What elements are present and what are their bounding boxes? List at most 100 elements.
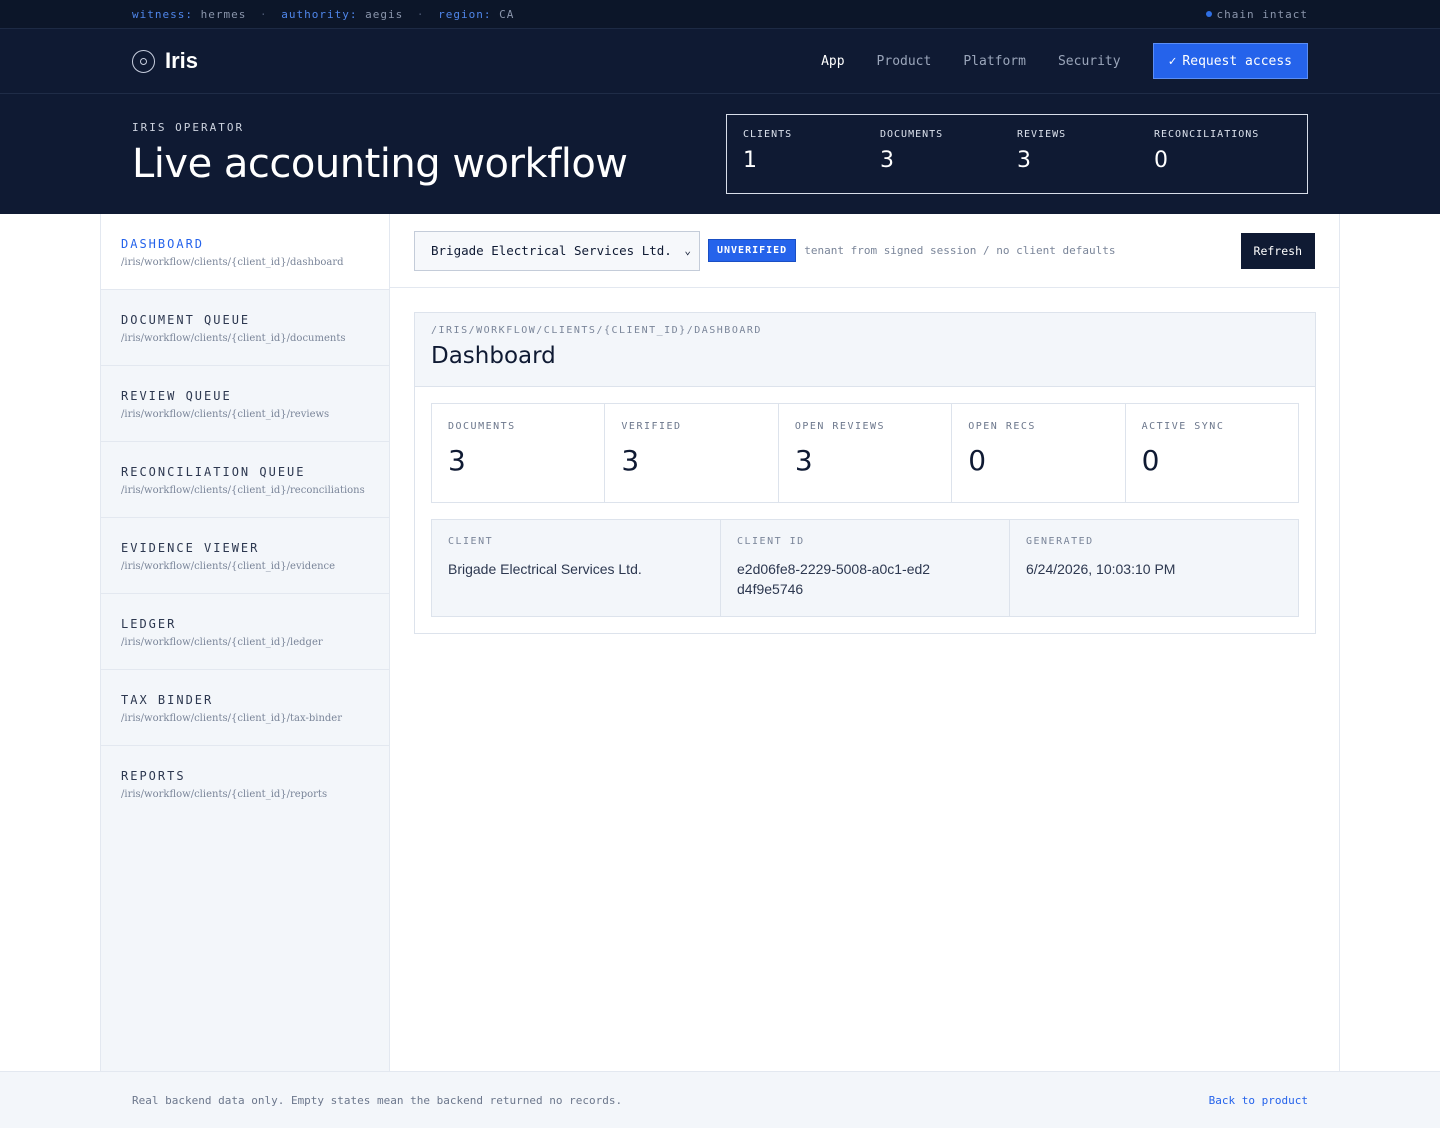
info-label: GENERATED xyxy=(1026,536,1094,547)
sidebar-item-reconciliation-queue[interactable]: RECONCILIATION QUEUE /iris/workflow/clie… xyxy=(101,442,389,518)
stat-reconciliations: RECONCILIATIONS 0 xyxy=(1154,115,1291,193)
chain-status: chain intact xyxy=(1205,7,1308,21)
nav-links: App Product Platform Security ✓ Request … xyxy=(789,43,1308,79)
metric-value: 0 xyxy=(1141,444,1160,477)
separator: · xyxy=(259,7,268,21)
info-value: e2d06fe8-2229-5008-a0c1-ed2d4f9e5746 xyxy=(737,561,931,597)
dashboard-panel: /IRIS/WORKFLOW/CLIENTS/{CLIENT_ID}/DASHB… xyxy=(414,312,1316,634)
stat-value: 3 xyxy=(1017,148,1031,173)
hero-eyebrow: IRIS OPERATOR xyxy=(132,121,245,134)
sidebar-item-title: DOCUMENT QUEUE xyxy=(121,313,251,327)
sidebar-item-path: /iris/workflow/clients/{client_id}/evide… xyxy=(121,561,336,572)
breadcrumb: /IRIS/WORKFLOW/CLIENTS/{CLIENT_ID}/DASHB… xyxy=(431,325,762,336)
region-key: region: xyxy=(438,7,492,21)
stat-label: RECONCILIATIONS xyxy=(1154,129,1260,140)
sidebar-item-tax-binder[interactable]: TAX BINDER /iris/workflow/clients/{clien… xyxy=(101,670,389,746)
stat-clients: CLIENTS 1 xyxy=(743,115,880,193)
info-value: Brigade Electrical Services Ltd. xyxy=(448,561,642,577)
tenant-note: tenant from signed session / no client d… xyxy=(804,244,1116,257)
sidebar-item-title: RECONCILIATION QUEUE xyxy=(121,465,306,479)
sidebar-item-title: REVIEW QUEUE xyxy=(121,389,232,403)
nav-link-app[interactable]: App xyxy=(821,54,844,69)
brand-name: Iris xyxy=(165,48,199,73)
info-client-id: CLIENT ID e2d06fe8-2229-5008-a0c1-ed2d4f… xyxy=(721,520,1010,616)
sidebar-item-title: LEDGER xyxy=(121,617,177,631)
stat-value: 0 xyxy=(1154,148,1168,173)
info-generated: GENERATED 6/24/2026, 10:03:10 PM xyxy=(1010,520,1298,616)
workspace: DASHBOARD /iris/workflow/clients/{client… xyxy=(100,214,1340,1071)
sidebar-item-ledger[interactable]: LEDGER /iris/workflow/clients/{client_id… xyxy=(101,594,389,670)
region-value: CA xyxy=(499,7,515,21)
metric-value: 3 xyxy=(621,444,640,477)
verification-badge: UNVERIFIED xyxy=(708,239,797,262)
nav-link-platform[interactable]: Platform xyxy=(963,54,1026,69)
status-strip: witness: hermes · authority: aegis · reg… xyxy=(0,0,1440,29)
info-label: CLIENT ID xyxy=(737,536,805,547)
metric-value: 3 xyxy=(448,444,466,477)
panel-title: Dashboard xyxy=(431,343,556,369)
refresh-button[interactable]: Refresh xyxy=(1240,233,1315,269)
sidebar-item-title: TAX BINDER xyxy=(121,693,214,707)
stat-documents: DOCUMENTS 3 xyxy=(880,115,1017,193)
metric-label: OPEN REVIEWS xyxy=(794,421,886,432)
info-client: CLIENT Brigade Electrical Services Ltd. xyxy=(432,520,721,616)
metric-label: OPEN RECS xyxy=(968,421,1036,432)
sidebar-item-path: /iris/workflow/clients/{client_id}/ledge… xyxy=(121,637,323,648)
hero: IRIS OPERATOR Live accounting workflow C… xyxy=(0,94,1440,214)
sidebar-item-title: EVIDENCE VIEWER xyxy=(121,541,260,555)
page-title: Live accounting workflow xyxy=(132,141,628,187)
panel-header: /IRIS/WORKFLOW/CLIENTS/{CLIENT_ID}/DASHB… xyxy=(415,313,1315,387)
check-icon: ✓ xyxy=(1168,53,1177,69)
request-access-label: Request access xyxy=(1182,53,1292,69)
metric-verified: VERIFIED 3 xyxy=(605,404,779,502)
sidebar-item-path: /iris/workflow/clients/{client_id}/recon… xyxy=(121,485,365,496)
authority-key: authority: xyxy=(281,7,358,21)
nav-link-product[interactable]: Product xyxy=(877,54,932,69)
client-select[interactable]: Brigade Electrical Services Ltd. ⌄ xyxy=(414,230,700,271)
metric-label: DOCUMENTS xyxy=(448,421,516,432)
metric-value: 0 xyxy=(968,444,987,477)
request-access-button[interactable]: ✓ Request access xyxy=(1152,43,1308,79)
client-select-value: Brigade Electrical Services Ltd. xyxy=(431,243,672,258)
main-content: Brigade Electrical Services Ltd. ⌄ UNVER… xyxy=(390,214,1339,1071)
stat-value: 1 xyxy=(743,148,757,173)
sidebar-item-document-queue[interactable]: DOCUMENT QUEUE /iris/workflow/clients/{c… xyxy=(101,290,389,366)
metric-active-sync: ACTIVE SYNC 0 xyxy=(1126,404,1298,502)
metric-label: VERIFIED xyxy=(621,421,682,432)
sidebar: DASHBOARD /iris/workflow/clients/{client… xyxy=(101,214,390,1071)
info-label: CLIENT xyxy=(448,536,494,547)
status-dot-icon xyxy=(1205,11,1212,17)
client-info: CLIENT Brigade Electrical Services Ltd. … xyxy=(431,519,1299,617)
metric-value: 3 xyxy=(794,444,813,477)
iris-logo-icon xyxy=(132,49,155,73)
stat-label: DOCUMENTS xyxy=(880,129,944,140)
sidebar-item-path: /iris/workflow/clients/{client_id}/repor… xyxy=(121,789,328,800)
witness-info: witness: hermes · authority: aegis · reg… xyxy=(132,8,514,21)
metric-label: ACTIVE SYNC xyxy=(1141,421,1225,432)
authority-value: aegis xyxy=(365,7,404,21)
footer: Real backend data only. Empty states mea… xyxy=(0,1071,1440,1128)
sidebar-item-reports[interactable]: REPORTS /iris/workflow/clients/{client_i… xyxy=(101,746,389,822)
footer-note: Real backend data only. Empty states mea… xyxy=(132,1093,623,1107)
sidebar-item-path: /iris/workflow/clients/{client_id}/revie… xyxy=(121,409,330,420)
stat-value: 3 xyxy=(880,148,894,173)
sidebar-item-evidence-viewer[interactable]: EVIDENCE VIEWER /iris/workflow/clients/{… xyxy=(101,518,389,594)
sidebar-item-path: /iris/workflow/clients/{client_id}/docum… xyxy=(121,333,346,344)
stat-label: REVIEWS xyxy=(1017,129,1067,140)
nav-link-security[interactable]: Security xyxy=(1058,54,1121,69)
toolbar: Brigade Electrical Services Ltd. ⌄ UNVER… xyxy=(390,214,1339,288)
metrics-row: DOCUMENTS 3 VERIFIED 3 OPEN REVIEWS 3 OP… xyxy=(431,403,1299,503)
sidebar-item-title: REPORTS xyxy=(121,769,186,783)
chevron-down-icon: ⌄ xyxy=(684,244,691,257)
witness-key: witness: xyxy=(132,7,193,21)
sidebar-item-dashboard[interactable]: DASHBOARD /iris/workflow/clients/{client… xyxy=(101,214,389,290)
metric-documents: DOCUMENTS 3 xyxy=(432,404,606,502)
summary-stats: CLIENTS 1 DOCUMENTS 3 REVIEWS 3 RECONCIL… xyxy=(726,114,1308,194)
sidebar-item-review-queue[interactable]: REVIEW QUEUE /iris/workflow/clients/{cli… xyxy=(101,366,389,442)
metric-open-recs: OPEN RECS 0 xyxy=(952,404,1126,502)
back-to-product-link[interactable]: Back to product xyxy=(1209,1094,1308,1107)
metric-open-reviews: OPEN REVIEWS 3 xyxy=(779,404,953,502)
sidebar-item-title: DASHBOARD xyxy=(121,237,205,251)
chain-status-label: chain intact xyxy=(1216,7,1308,21)
brand[interactable]: Iris xyxy=(132,48,198,74)
